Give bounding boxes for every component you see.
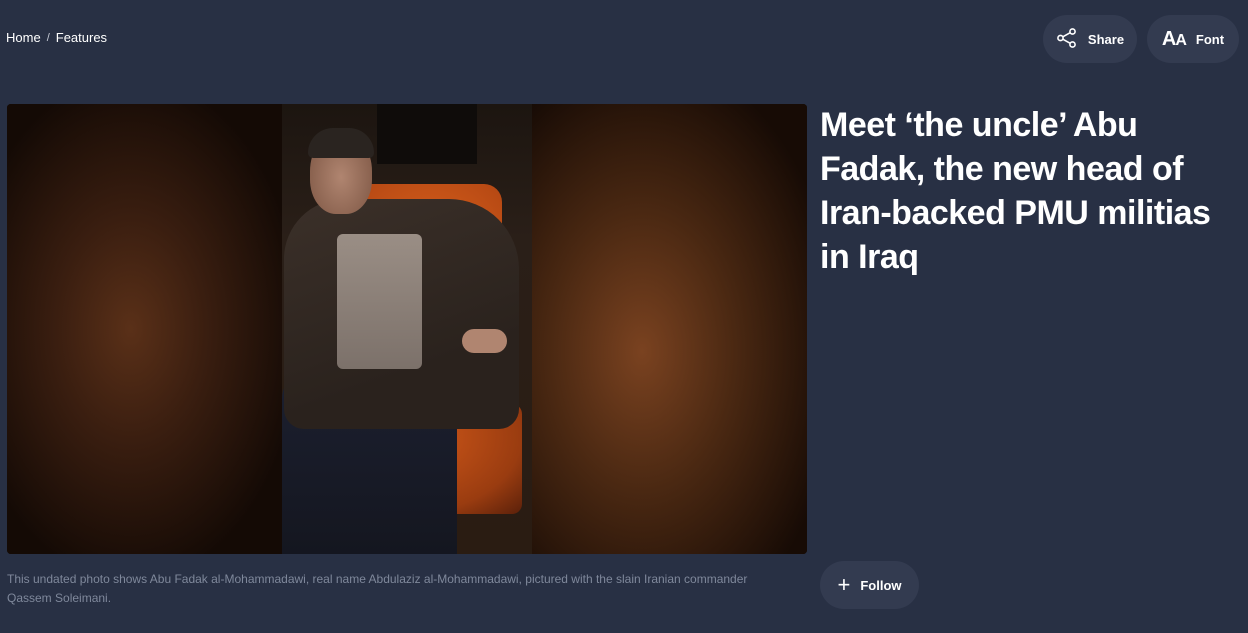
share-icon bbox=[1056, 27, 1078, 52]
plus-icon: + bbox=[837, 572, 851, 597]
font-size-icon: AA bbox=[1161, 27, 1187, 51]
breadcrumb-home-link[interactable]: Home bbox=[6, 30, 41, 45]
article-headline: Meet ‘the uncle’ Abu Fadak, the new head… bbox=[820, 106, 1211, 276]
font-size-button[interactable]: AA Font bbox=[1147, 15, 1239, 63]
breadcrumb: Home / Features bbox=[6, 30, 107, 45]
breadcrumb-features-link[interactable]: Features bbox=[56, 30, 107, 45]
person-hair bbox=[308, 128, 374, 158]
follow-label: Follow bbox=[860, 577, 902, 593]
breadcrumb-separator: / bbox=[46, 31, 50, 44]
font-icon-small-letter: A bbox=[1175, 31, 1187, 49]
article-hero-image bbox=[7, 104, 807, 554]
follow-button[interactable]: + Follow bbox=[820, 561, 919, 609]
person-sweater bbox=[337, 234, 422, 369]
share-button[interactable]: Share bbox=[1043, 15, 1137, 63]
image-blur-left bbox=[7, 104, 282, 554]
image-photo-center bbox=[282, 104, 532, 554]
person-hand bbox=[462, 329, 507, 353]
image-caption: This undated photo shows Abu Fadak al-Mo… bbox=[7, 572, 748, 605]
font-label: Font bbox=[1195, 31, 1225, 47]
share-label: Share bbox=[1087, 31, 1125, 47]
background-figure bbox=[377, 104, 477, 164]
image-blur-right bbox=[532, 104, 807, 554]
font-icon-large-letter: A bbox=[1161, 27, 1176, 50]
